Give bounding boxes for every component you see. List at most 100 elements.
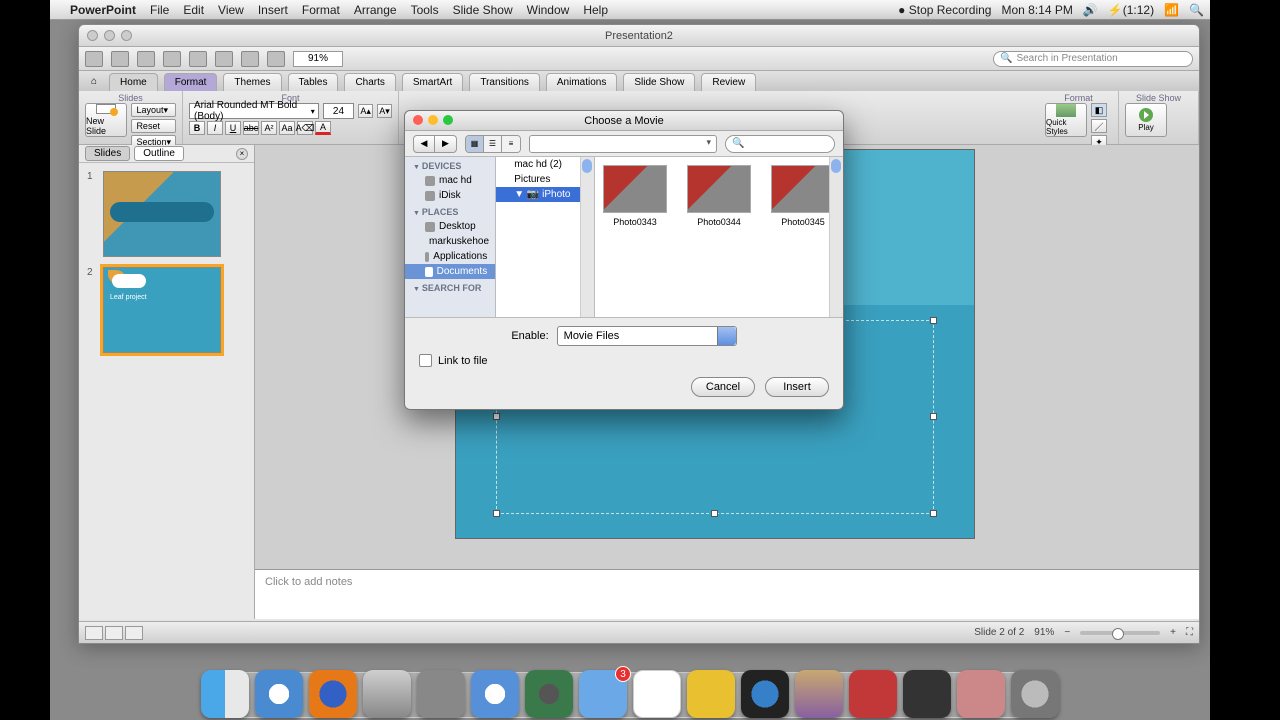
play-button[interactable]: Play xyxy=(1125,103,1167,137)
wifi-icon[interactable]: 📶 xyxy=(1164,3,1179,17)
sidebar-item-documents[interactable]: Documents xyxy=(405,264,495,279)
file-item-0345[interactable]: Photo0345 xyxy=(771,165,835,309)
reset-button[interactable]: Reset xyxy=(131,119,176,133)
dock-powerpoint[interactable] xyxy=(903,670,951,718)
dock-itunes[interactable] xyxy=(255,670,303,718)
nav-forward-button[interactable]: ▶ xyxy=(435,135,457,153)
column-scrollbar[interactable] xyxy=(580,157,594,317)
new-slide-button[interactable]: New Slide xyxy=(85,103,127,137)
enable-dropdown[interactable]: Movie Files xyxy=(557,326,737,346)
copy-icon[interactable] xyxy=(215,51,233,67)
menu-tools[interactable]: Tools xyxy=(411,3,439,17)
dock-appstore[interactable]: 3 xyxy=(579,670,627,718)
redo-icon[interactable] xyxy=(137,51,155,67)
stop-recording[interactable]: ● Stop Recording xyxy=(898,3,991,17)
notes-pane[interactable]: Click to add notes xyxy=(255,569,1199,619)
panel-tab-outline[interactable]: Outline xyxy=(134,146,184,161)
sidebar-places-header[interactable]: PLACES xyxy=(405,203,495,219)
dock-quicktime[interactable] xyxy=(741,670,789,718)
dock-bittorrent[interactable] xyxy=(525,670,573,718)
sidebar-search-header[interactable]: SEARCH FOR xyxy=(405,279,495,295)
insert-button[interactable]: Insert xyxy=(765,377,829,397)
grow-font-button[interactable]: A▴ xyxy=(358,104,373,118)
dock-pro[interactable] xyxy=(849,670,897,718)
shrink-font-button[interactable]: A▾ xyxy=(377,104,392,118)
tab-animations[interactable]: Animations xyxy=(546,73,617,91)
cancel-button[interactable]: Cancel xyxy=(691,377,755,397)
path-dropdown[interactable] xyxy=(529,135,717,153)
bold-button[interactable]: B xyxy=(189,121,205,135)
sidebar-item-desktop[interactable]: Desktop xyxy=(405,219,495,234)
dock-office[interactable] xyxy=(633,670,681,718)
clear-format-button[interactable]: A⌫ xyxy=(297,121,313,135)
fit-button[interactable]: ⛶ xyxy=(1186,627,1193,638)
dock-iphoto[interactable] xyxy=(795,670,843,718)
font-name-dropdown[interactable]: Arial Rounded MT Bold (Body) xyxy=(189,103,319,119)
zoom-percent[interactable]: 91% xyxy=(1034,627,1054,638)
menu-format[interactable]: Format xyxy=(302,3,340,17)
volume-icon[interactable]: 🔊 xyxy=(1083,3,1098,17)
underline-button[interactable]: U xyxy=(225,121,241,135)
sidebar-item-machd[interactable]: mac hd xyxy=(405,173,495,188)
menu-file[interactable]: File xyxy=(150,3,169,17)
panel-tab-slides[interactable]: Slides xyxy=(85,146,130,161)
menu-help[interactable]: Help xyxy=(583,3,608,17)
dialog-traffic-lights[interactable] xyxy=(413,115,453,125)
menu-edit[interactable]: Edit xyxy=(183,3,204,17)
slide-thumb-2[interactable]: 2 Leaf project xyxy=(87,267,246,353)
sidebar-item-idisk[interactable]: iDisk xyxy=(405,188,495,203)
sorter-view-button[interactable] xyxy=(105,626,123,640)
print-icon[interactable] xyxy=(163,51,181,67)
view-mode-toggle[interactable]: ▦☰≡ xyxy=(465,135,521,153)
cut-icon[interactable] xyxy=(189,51,207,67)
zoom-slider[interactable] xyxy=(1080,631,1160,635)
nav-back-button[interactable]: ◀ xyxy=(413,135,435,153)
zoom-out-button[interactable]: − xyxy=(1064,627,1070,638)
paste-icon[interactable] xyxy=(241,51,259,67)
zoom-in-button[interactable]: + xyxy=(1170,627,1176,638)
tab-tables[interactable]: Tables xyxy=(288,73,339,91)
dock-drive[interactable] xyxy=(363,670,411,718)
fill-button[interactable]: ◧ xyxy=(1091,103,1107,117)
font-size-dropdown[interactable]: 24 xyxy=(323,103,354,119)
menu-slideshow[interactable]: Slide Show xyxy=(453,3,513,17)
strike-button[interactable]: abc xyxy=(243,121,259,135)
battery-status[interactable]: ⚡(1:12) xyxy=(1108,3,1154,17)
superscript-button[interactable]: A² xyxy=(261,121,277,135)
menu-insert[interactable]: Insert xyxy=(258,3,288,17)
search-in-presentation[interactable]: 🔍 Search in Presentation xyxy=(993,51,1193,67)
sidebar-devices-header[interactable]: DEVICES xyxy=(405,157,495,173)
panel-close-button[interactable]: × xyxy=(236,148,248,160)
tab-home[interactable]: Home xyxy=(109,73,158,91)
dock-preferences[interactable] xyxy=(417,670,465,718)
italic-button[interactable]: I xyxy=(207,121,223,135)
menu-arrange[interactable]: Arrange xyxy=(354,3,397,17)
slide-thumb-1[interactable]: 1 xyxy=(87,171,246,257)
spotlight-icon[interactable]: 🔍 xyxy=(1189,3,1204,17)
link-to-file-checkbox[interactable] xyxy=(419,354,432,367)
tab-slideshow[interactable]: Slide Show xyxy=(623,73,695,91)
slideshow-view-button[interactable] xyxy=(125,626,143,640)
dock-fonthero[interactable] xyxy=(687,670,735,718)
font-color-button[interactable]: A xyxy=(315,121,331,135)
layout-button[interactable]: Layout ▾ xyxy=(131,103,176,117)
line-button[interactable]: ／ xyxy=(1091,119,1107,133)
tab-charts[interactable]: Charts xyxy=(344,73,395,91)
normal-view-button[interactable] xyxy=(85,626,103,640)
sidebar-item-user[interactable]: markuskehoe xyxy=(405,234,495,249)
menu-window[interactable]: Window xyxy=(527,3,570,17)
undo-icon[interactable] xyxy=(111,51,129,67)
save-icon[interactable] xyxy=(85,51,103,67)
dock-trash[interactable] xyxy=(1011,670,1059,718)
dialog-search-field[interactable]: 🔍 xyxy=(725,135,835,153)
case-button[interactable]: Aa xyxy=(279,121,295,135)
grid-scrollbar[interactable] xyxy=(829,157,843,317)
zoom-field[interactable]: 91% xyxy=(293,51,343,67)
quick-styles-button[interactable]: Quick Styles xyxy=(1045,103,1087,137)
window-traffic-lights[interactable] xyxy=(87,30,132,41)
home-button[interactable]: ⌂ xyxy=(85,73,103,91)
tab-smartart[interactable]: SmartArt xyxy=(402,73,463,91)
sidebar-item-applications[interactable]: Applications xyxy=(405,249,495,264)
file-item-0343[interactable]: Photo0343 xyxy=(603,165,667,309)
tab-format[interactable]: Format xyxy=(164,73,218,91)
